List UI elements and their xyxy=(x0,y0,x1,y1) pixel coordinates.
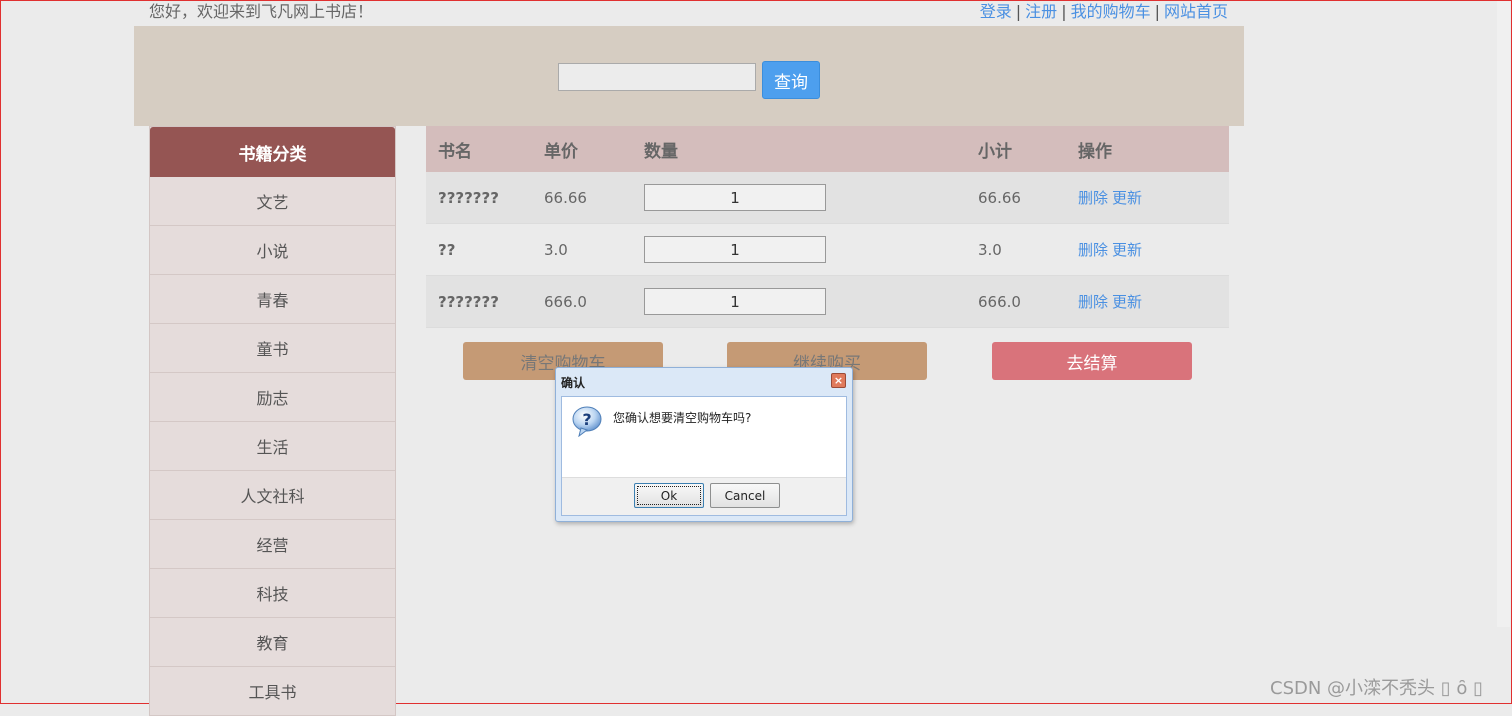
cancel-button[interactable]: Cancel xyxy=(710,483,780,508)
sidebar-item-wenyi[interactable]: 文艺 xyxy=(150,177,395,226)
register-link[interactable]: 注册 xyxy=(1025,2,1057,21)
header-subtotal: 小计 xyxy=(978,141,1012,162)
sidebar-item-gongjushu[interactable]: 工具书 xyxy=(150,667,395,716)
dialog-footer: Ok Cancel xyxy=(562,477,846,515)
book-price: 3.0 xyxy=(544,240,568,259)
category-sidebar: 书籍分类 文艺 小说 青春 童书 励志 生活 人文社科 经营 科技 教育 工具书 xyxy=(149,126,396,716)
watermark: CSDN @小滦不秃头 ▯ ȏ ▯ xyxy=(1270,678,1484,699)
search-button[interactable]: 查询 xyxy=(762,61,820,99)
sidebar-item-shenghuo[interactable]: 生活 xyxy=(150,422,395,471)
header-qty: 数量 xyxy=(644,141,678,162)
header-operation: 操作 xyxy=(1078,141,1112,162)
scrollbar-thumb[interactable] xyxy=(1497,1,1510,627)
search-input[interactable] xyxy=(558,63,756,91)
operation-cell: 删除 更新 xyxy=(1078,291,1229,312)
operation-cell: 删除 更新 xyxy=(1078,187,1229,208)
confirm-dialog: 确认 × ? 您确认想要清空购物车吗? Ok Cancel xyxy=(555,367,853,522)
quantity-input[interactable]: 1 xyxy=(644,236,826,263)
header-price: 单价 xyxy=(544,141,578,162)
checkout-button[interactable]: 去结算 xyxy=(992,342,1192,380)
sidebar-item-renwen[interactable]: 人文社科 xyxy=(150,471,395,520)
separator: | xyxy=(1061,2,1067,21)
update-link[interactable]: 更新 xyxy=(1112,189,1142,207)
header-name: 书名 xyxy=(438,141,472,162)
svg-text:?: ? xyxy=(582,410,591,429)
subtotal: 66.66 xyxy=(978,188,1021,207)
close-icon[interactable]: × xyxy=(831,373,846,388)
sidebar-item-jiaoyu[interactable]: 教育 xyxy=(150,618,395,667)
book-price: 66.66 xyxy=(544,188,587,207)
operation-cell: 删除 更新 xyxy=(1078,239,1229,260)
dialog-title: 确认 xyxy=(561,376,586,390)
table-row: ??????? 66.66 1 66.66 删除 更新 xyxy=(426,172,1229,224)
sidebar-item-tongshu[interactable]: 童书 xyxy=(150,324,395,373)
separator: | xyxy=(1015,2,1022,21)
delete-link[interactable]: 删除 xyxy=(1078,189,1108,207)
sidebar-item-xiaoshuo[interactable]: 小说 xyxy=(150,226,395,275)
dialog-body: ? 您确认想要清空购物车吗? Ok Cancel xyxy=(561,396,847,516)
my-cart-link[interactable]: 我的购物车 xyxy=(1071,2,1151,21)
welcome-text: 您好，欢迎来到飞凡网上书店！ xyxy=(149,2,374,21)
question-icon: ? xyxy=(572,406,602,437)
home-link[interactable]: 网站首页 xyxy=(1164,2,1228,21)
search-header: 查询 xyxy=(134,26,1244,126)
separator: | xyxy=(1154,2,1160,21)
cart-header-row: 书名 单价 数量 小计 操作 xyxy=(426,126,1229,172)
cart-table: 书名 单价 数量 小计 操作 ??????? 66.66 1 66.66 删除更… xyxy=(426,126,1229,328)
sidebar-item-keji[interactable]: 科技 xyxy=(150,569,395,618)
login-link[interactable]: 登录 xyxy=(980,2,1012,21)
qty-cell: 1 xyxy=(644,236,978,263)
subtotal: 3.0 xyxy=(978,240,1002,259)
sidebar-item-qingchun[interactable]: 青春 xyxy=(150,275,395,324)
vertical-scrollbar[interactable] xyxy=(1497,1,1510,627)
table-row: ??????? 666.0 1 666.0 删除 更新 xyxy=(426,276,1229,328)
update-link[interactable]: 更新 xyxy=(1112,241,1142,259)
sidebar-title: 书籍分类 xyxy=(150,127,395,177)
quantity-input[interactable]: 1 xyxy=(644,184,826,211)
quantity-input[interactable]: 1 xyxy=(644,288,826,315)
subtotal: 666.0 xyxy=(978,292,1021,311)
qty-cell: 1 xyxy=(644,288,978,315)
book-name: ??????? xyxy=(438,292,499,311)
book-name: ??????? xyxy=(438,188,499,207)
sidebar-item-lizhi[interactable]: 励志 xyxy=(150,373,395,422)
table-row: ?? 3.0 1 3.0 删除 更新 xyxy=(426,224,1229,276)
delete-link[interactable]: 删除 xyxy=(1078,241,1108,259)
top-bar: 您好，欢迎来到飞凡网上书店！ 登录 | 注册 | 我的购物车 | 网站首页 xyxy=(134,0,1244,26)
qty-cell: 1 xyxy=(644,184,978,211)
ok-button[interactable]: Ok xyxy=(634,483,704,508)
delete-link[interactable]: 删除 xyxy=(1078,293,1108,311)
update-link[interactable]: 更新 xyxy=(1112,293,1142,311)
book-name: ?? xyxy=(438,240,456,259)
book-price: 666.0 xyxy=(544,292,587,311)
dialog-message: 您确认想要清空购物车吗? xyxy=(613,411,752,425)
sidebar-item-jingying[interactable]: 经营 xyxy=(150,520,395,569)
top-links: 登录 | 注册 | 我的购物车 | 网站首页 xyxy=(980,0,1228,22)
